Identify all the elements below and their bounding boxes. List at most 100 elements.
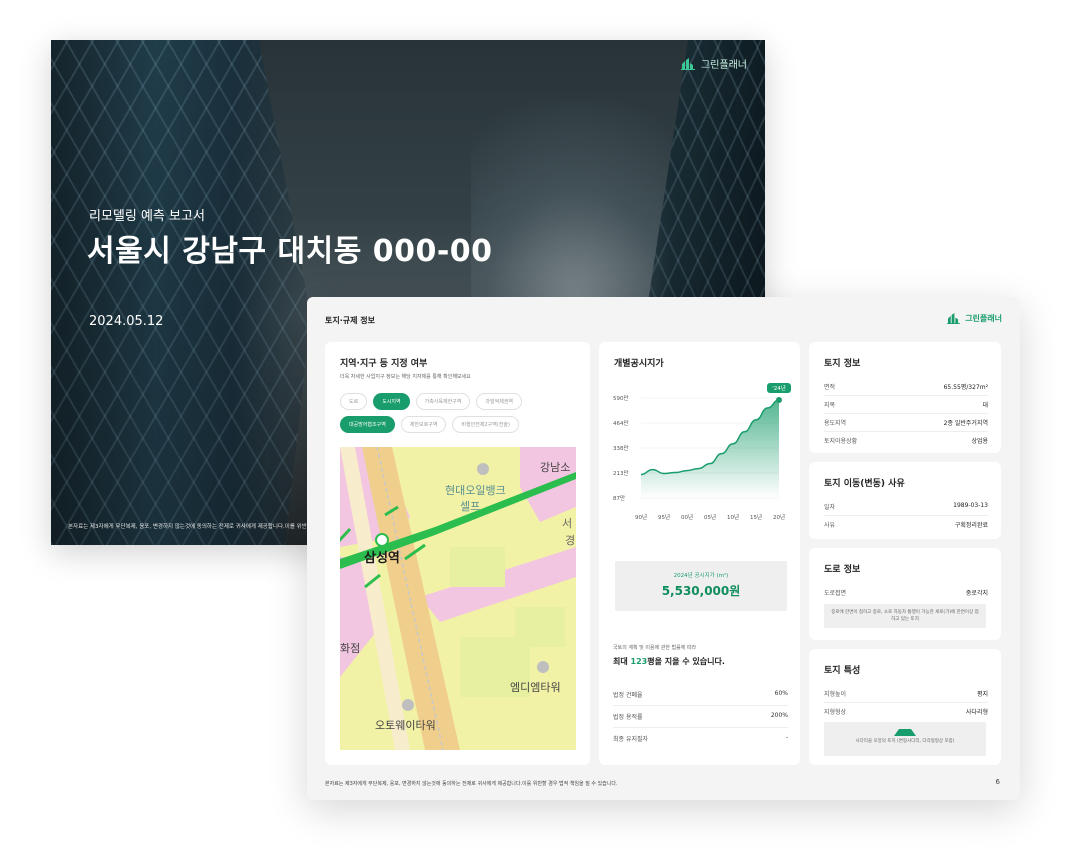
land-price-title: 개별공시지가 bbox=[614, 359, 664, 369]
page-number: 6 bbox=[995, 778, 1000, 786]
zoning-map[interactable]: 삼성역 현대오일뱅크 셀프 강남소 서 경 엠디엠타워 오토웨이타워 화점 bbox=[340, 447, 576, 750]
map-label-gangnam: 강남소 bbox=[540, 461, 571, 474]
ratio-row: 법정 건폐율 60% bbox=[613, 684, 788, 706]
info-row: 일자 1989-03-13 bbox=[824, 498, 988, 516]
chart-y-tick: 87만 bbox=[613, 494, 625, 502]
chart-latest-label: '24년 bbox=[772, 384, 786, 392]
ratio-value: - bbox=[785, 734, 788, 741]
info-row-value: 1989-03-13 bbox=[953, 502, 988, 509]
zone-chip[interactable]: 가축사육제한구역 bbox=[415, 393, 471, 410]
ratio-value: 200% bbox=[770, 712, 788, 719]
cover-brand-label: 그린플래너 bbox=[701, 60, 747, 71]
info-row-value: 사다리형 bbox=[965, 709, 988, 716]
info-row: 토지이용상황 상업용 bbox=[824, 432, 988, 449]
land-price-chart: 87만 213만 338만 464만 590만 90년 95년 00년 05년 10년 15년 20… bbox=[613, 382, 791, 521]
cover-brand: 그린플래너 bbox=[681, 56, 747, 71]
zone-chip[interactable]: 제한보호구역 bbox=[400, 416, 447, 433]
info-row-value: 중로각지 bbox=[965, 590, 988, 597]
chart-x-tick: 05년 bbox=[704, 513, 716, 521]
land-history-title: 토지 이동(변동) 사유 bbox=[824, 479, 905, 489]
road-info-card: 도로 정보 도로접면 중로각지 중로에 한면이 접하고 중로, 소로 자동차 통행… bbox=[809, 548, 1001, 640]
greenplanner-logo-icon bbox=[947, 313, 961, 324]
land-info-title: 토지 정보 bbox=[824, 359, 861, 369]
info-row-key: 토지이용상황 bbox=[824, 438, 858, 445]
land-shape-box: 사다리꼴 모양의 토지 (변형사다리, 다각형형상 포함) bbox=[824, 722, 986, 756]
zone-chip[interactable]: 과밀억제권역 bbox=[476, 393, 523, 410]
zone-chip[interactable]: 도로 bbox=[340, 393, 368, 410]
info-row: 용도지역 2종 일반주거지역 bbox=[824, 414, 988, 432]
info-row-key: 면적 bbox=[824, 384, 836, 391]
report-page-land-regulation: 토지·규제 정보 그린플래너 지역·지구 등 지정 여부 더욱 자세한 사업지구… bbox=[307, 297, 1020, 800]
info-row-value: 65.55평/327m² bbox=[943, 384, 988, 391]
ratio-value: 60% bbox=[774, 690, 788, 697]
report-brand-label: 그린플래너 bbox=[965, 314, 1002, 323]
map-label-self: 셀프 bbox=[460, 500, 481, 513]
map-label-mdm: 엠디엠타워 bbox=[510, 681, 561, 694]
zone-chip[interactable]: 도시지역 bbox=[373, 393, 410, 410]
ratio-row: 법정 용적률 200% bbox=[613, 706, 788, 728]
chart-x-tick: 95년 bbox=[658, 513, 670, 521]
map-label-seo: 서 bbox=[562, 517, 573, 530]
land-char-card: 토지 특성 지형높이 평지지형형상 사다리형 사다리꼴 모양의 토지 (변형사다리,… bbox=[809, 649, 1001, 765]
info-row: 지목 대 bbox=[824, 396, 988, 414]
map-label-hwajeom: 화점 bbox=[340, 642, 361, 655]
info-row-key: 지형높이 bbox=[824, 691, 847, 698]
report-footer-notice: 본자료는 제3자에게 무단복제, 응포, 변경하지 않는것에 동의하는 전제로 … bbox=[325, 781, 618, 787]
info-row-key: 일자 bbox=[824, 504, 836, 511]
info-row-value: 2종 일반주거지역 bbox=[943, 420, 988, 427]
law-note: 국토의 계획 및 이용에 관한 법률에 따라 bbox=[613, 645, 697, 651]
info-row-key: 지목 bbox=[824, 402, 836, 409]
zone-chip[interactable]: 대공방어협조구역 bbox=[340, 416, 395, 433]
greenplanner-logo-icon bbox=[681, 57, 695, 70]
info-row: 지형형상 사다리형 bbox=[824, 703, 988, 720]
chart-x-tick: 90년 bbox=[635, 513, 647, 521]
zone-chip[interactable]: 비행안전제2구역(전술) bbox=[452, 416, 519, 433]
info-row-value: 대 bbox=[982, 402, 988, 409]
price-summary-box: 2024년 공시지가 (m²) 5,530,000원 bbox=[615, 561, 787, 611]
map-label-station: 삼성역 bbox=[364, 551, 400, 566]
road-info-note: 중로에 한면이 접하고 중로, 소로 자동차 통행이 가능한 세로(가)에 한면… bbox=[824, 604, 986, 629]
info-row-key: 도로접면 bbox=[824, 590, 847, 597]
zoning-description: 더욱 자세한 사업지구 정보는 해당 지자체를 통해 확인해보세요 bbox=[340, 374, 471, 380]
land-shape-note: 사다리꼴 모양의 토지 (변형사다리, 다각형형상 포함) bbox=[855, 739, 955, 744]
road-info-title: 도로 정보 bbox=[824, 565, 861, 575]
ratio-key: 법정 용적률 bbox=[613, 714, 643, 721]
ratio-row: 최종 유지필자 - bbox=[613, 728, 788, 749]
info-row-value: 상업용 bbox=[971, 438, 988, 445]
report-brand: 그린플래너 bbox=[947, 313, 1002, 324]
price-summary-value: 5,530,000원 bbox=[661, 584, 741, 598]
cover-subtitle: 리모델링 예측 보고서 bbox=[89, 209, 205, 224]
chart-y-tick: 213만 bbox=[613, 469, 629, 477]
price-area bbox=[641, 399, 779, 498]
zoning-card: 지역·지구 등 지정 여부 더욱 자세한 사업지구 정보는 해당 지자체를 통해… bbox=[325, 342, 590, 765]
chart-y-tick: 590만 bbox=[613, 394, 629, 402]
max-build-number: 123 bbox=[630, 657, 648, 666]
land-info-card: 토지 정보 면적 65.55평/327m² 지목 대 용도지역 2종 일반주거지역 토지이용… bbox=[809, 342, 1001, 453]
chart-x-tick: 10년 bbox=[727, 513, 739, 521]
info-row-value: 평지 bbox=[976, 691, 988, 698]
cover-title: 서울시 강남구 대치동 000-00 bbox=[87, 234, 493, 269]
ratio-key: 최종 유지필자 bbox=[613, 736, 649, 743]
land-char-title: 토지 특성 bbox=[824, 666, 861, 676]
trapezoid-shape-icon bbox=[894, 729, 916, 736]
info-row-value: 구획정리완료 bbox=[954, 522, 988, 529]
chart-y-tick: 338만 bbox=[613, 444, 629, 452]
land-history-card: 토지 이동(변동) 사유 일자 1989-03-13 사유 구획정리완료 bbox=[809, 462, 1001, 539]
info-row: 지형높이 평지 bbox=[824, 685, 988, 703]
zoning-title: 지역·지구 등 지정 여부 bbox=[340, 359, 428, 369]
map-label-bank: 현대오일뱅크 bbox=[445, 484, 506, 497]
chart-x-tick: 00년 bbox=[681, 513, 693, 521]
page-title: 토지·규제 정보 bbox=[325, 316, 375, 325]
info-row-key: 사유 bbox=[824, 522, 836, 529]
land-price-card: 개별공시지가 87만 213만 338만 464만 590만 90년 95년 00년 05년 1… bbox=[599, 342, 800, 765]
chart-x-tick: 20년 bbox=[773, 513, 785, 521]
cover-notice: 본자료는 제3자에게 무단복제, 응포, 변경하지 않는것에 동의하는 전제로 … bbox=[68, 524, 307, 530]
info-row: 면적 65.55평/327m² bbox=[824, 378, 988, 396]
chart-x-tick: 15년 bbox=[750, 513, 762, 521]
ratio-table: 법정 건폐율 60% 법정 용적률 200% 최종 유지필자 - bbox=[613, 684, 788, 749]
info-row: 도로접면 중로각지 bbox=[824, 584, 988, 601]
map-label-gyeong: 경 bbox=[565, 534, 576, 547]
map-label-oto: 오토웨이타워 bbox=[375, 719, 436, 732]
ratio-key: 법정 건폐율 bbox=[613, 692, 643, 699]
zoning-chip-group: 도로 도시지역 가축사육제한구역 과밀억제권역 대공방어협조구역 제한보호구역 비행안전제… bbox=[340, 393, 580, 439]
